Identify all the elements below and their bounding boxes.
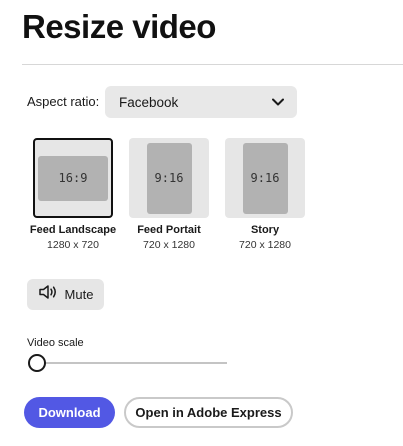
- speaker-icon: [38, 284, 58, 305]
- preset-size: 720 x 1280: [239, 239, 291, 251]
- preset-name: Story: [250, 224, 280, 236]
- aspect-ratio-value: Facebook: [119, 94, 179, 110]
- page-title: Resize video: [22, 8, 216, 45]
- preset-feed-landscape[interactable]: 16:9: [33, 138, 113, 218]
- video-scale-track[interactable]: [37, 362, 227, 364]
- aspect-frame-9-16: 9:16: [242, 142, 288, 214]
- aspect-ratio-select[interactable]: Facebook: [105, 86, 297, 118]
- aspect-ratio-label: Aspect ratio:: [27, 94, 100, 109]
- aspect-frame-9-16: 9:16: [146, 142, 192, 214]
- preset-size: 720 x 1280: [143, 239, 195, 251]
- divider: [22, 64, 403, 65]
- preset-story[interactable]: 9:16: [225, 138, 305, 218]
- resize-video-panel: Resize video Aspect ratio: Facebook 16:9…: [0, 0, 403, 446]
- download-button[interactable]: Download: [24, 397, 115, 428]
- preset-feed-portrait[interactable]: 9:16: [129, 138, 209, 218]
- mute-button[interactable]: Mute: [27, 279, 104, 310]
- preset-size: 1280 x 720: [47, 239, 99, 251]
- video-scale-label: Video scale: [27, 337, 84, 349]
- preset-name: Feed Portait: [137, 224, 201, 236]
- preset-name: Feed Landscape: [29, 224, 117, 236]
- video-scale-thumb[interactable]: [28, 354, 46, 372]
- chevron-down-icon: [271, 95, 285, 109]
- mute-label: Mute: [64, 287, 94, 302]
- aspect-frame-16-9: 16:9: [38, 155, 108, 201]
- open-in-adobe-express-button[interactable]: Open in Adobe Express: [124, 397, 293, 428]
